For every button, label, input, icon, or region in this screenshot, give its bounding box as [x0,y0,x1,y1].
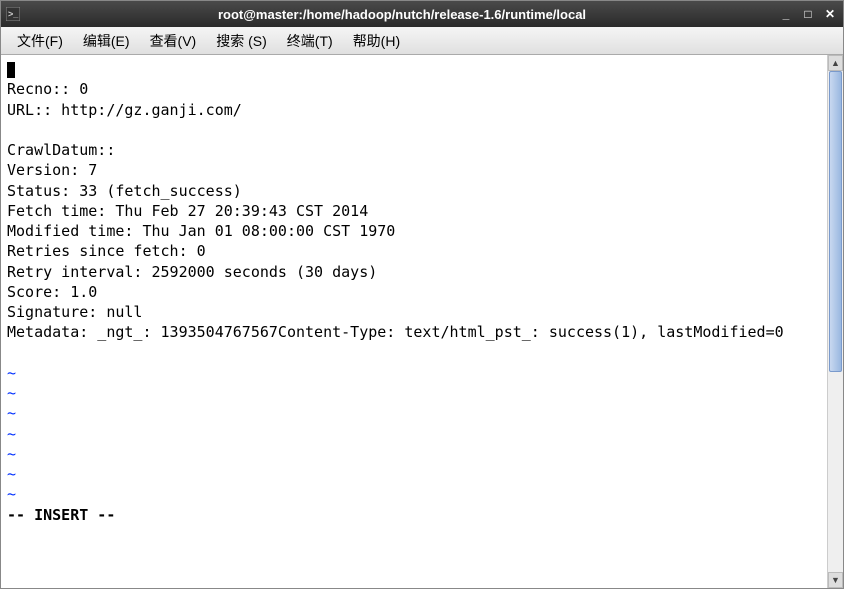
line-modified: Modified time: Thu Jan 01 08:00:00 CST 1… [7,222,395,240]
scroll-track[interactable] [828,71,843,572]
line-signature: Signature: null [7,303,142,321]
line-retryint: Retry interval: 2592000 seconds (30 days… [7,263,377,281]
vim-tilde: ~ [7,425,16,443]
line-version: Version: 7 [7,161,97,179]
menu-view[interactable]: 查看(V) [140,28,207,54]
vim-tilde: ~ [7,404,16,422]
cursor [7,62,15,78]
maximize-button[interactable]: □ [799,6,817,22]
window-controls: _ □ ✕ [777,6,839,22]
line-metadata: Metadata: _ngt_: 1393504767567Content-Ty… [7,323,784,341]
vim-tilde: ~ [7,485,16,503]
vim-tilde: ~ [7,364,16,382]
scrollbar[interactable]: ▲ ▼ [827,55,843,588]
terminal-window: >_ root@master:/home/hadoop/nutch/releas… [0,0,844,589]
terminal-icon: >_ [5,6,21,22]
vim-status: -- INSERT -- [7,506,115,524]
menu-file[interactable]: 文件(F) [7,28,73,54]
vim-tilde: ~ [7,384,16,402]
menu-search[interactable]: 搜索 (S) [206,28,277,54]
window-title: root@master:/home/hadoop/nutch/release-1… [27,7,777,22]
vim-tilde: ~ [7,465,16,483]
menu-help[interactable]: 帮助(H) [343,28,410,54]
minimize-button[interactable]: _ [777,6,795,22]
scroll-thumb[interactable] [829,71,842,372]
terminal-area: Recno:: 0 URL:: http://gz.ganji.com/ Cra… [1,55,843,588]
line-status: Status: 33 (fetch_success) [7,182,242,200]
line-recno: Recno:: 0 [7,80,88,98]
line-url: URL:: http://gz.ganji.com/ [7,101,242,119]
menu-terminal[interactable]: 终端(T) [277,28,343,54]
line-retries: Retries since fetch: 0 [7,242,206,260]
svg-text:>_: >_ [8,9,19,19]
line-fetchtime: Fetch time: Thu Feb 27 20:39:43 CST 2014 [7,202,368,220]
scroll-up-arrow[interactable]: ▲ [828,55,843,71]
line-score: Score: 1.0 [7,283,97,301]
line-crawldatum: CrawlDatum:: [7,141,115,159]
terminal-content[interactable]: Recno:: 0 URL:: http://gz.ganji.com/ Cra… [1,55,827,588]
scroll-down-arrow[interactable]: ▼ [828,572,843,588]
titlebar[interactable]: >_ root@master:/home/hadoop/nutch/releas… [1,1,843,27]
menubar: 文件(F) 编辑(E) 查看(V) 搜索 (S) 终端(T) 帮助(H) [1,27,843,55]
menu-edit[interactable]: 编辑(E) [73,28,140,54]
vim-tilde: ~ [7,445,16,463]
close-button[interactable]: ✕ [821,6,839,22]
